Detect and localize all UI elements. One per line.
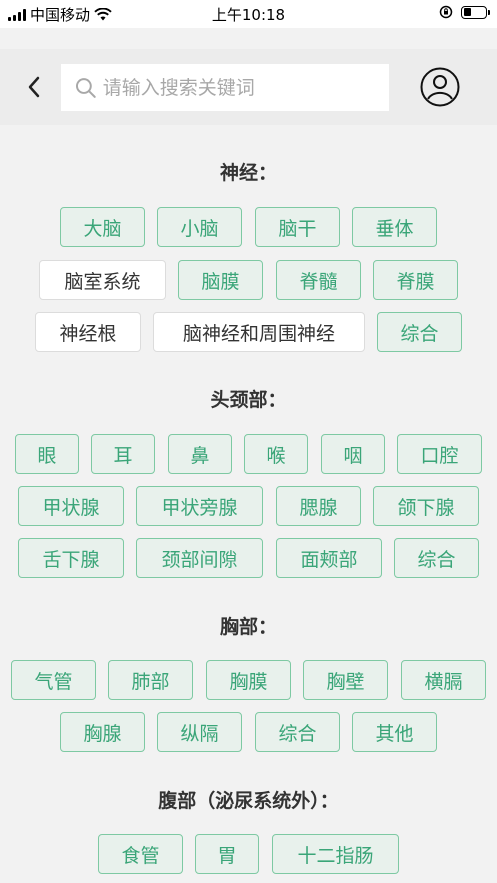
search-icon <box>75 77 96 98</box>
search-input[interactable] <box>102 76 389 99</box>
tag-nerve-general[interactable]: 综合 <box>377 312 462 352</box>
tag-chest-other[interactable]: 其他 <box>352 712 437 752</box>
user-button[interactable] <box>420 67 460 107</box>
chevron-left-icon <box>28 76 40 98</box>
tag-nerve-cerebellum[interactable]: 小脑 <box>157 207 242 247</box>
section-title-abdomen: 腹部（泌尿系统外）： <box>158 790 339 812</box>
tag-head-parathyroid[interactable]: 甲状旁腺 <box>136 486 263 526</box>
tag-head-ear[interactable]: 耳 <box>91 434 155 474</box>
tag-head-oral-cavity[interactable]: 口腔 <box>397 434 482 474</box>
tag-nerve-pituitary[interactable]: 垂体 <box>352 207 437 247</box>
tag-nerve-nerve-root[interactable]: 神经根 <box>35 312 141 352</box>
status-right <box>439 5 490 19</box>
tag-nerve-spinal-meninges[interactable]: 脊膜 <box>373 260 458 300</box>
tag-nerve-brainstem[interactable]: 脑干 <box>255 207 340 247</box>
tag-nerve-cranial-peripheral[interactable]: 脑神经和周围神经 <box>153 312 365 352</box>
tag-head-neck-space[interactable]: 颈部间隙 <box>136 538 263 578</box>
tag-head-parotid[interactable]: 腮腺 <box>276 486 361 526</box>
tag-head-submandibular[interactable]: 颌下腺 <box>373 486 479 526</box>
tag-abdomen-duodenum[interactable]: 十二指肠 <box>272 834 399 874</box>
tag-chest-chest-wall[interactable]: 胸壁 <box>303 660 388 700</box>
tag-chest-lung[interactable]: 肺部 <box>108 660 193 700</box>
tag-nerve-cerebrum[interactable]: 大脑 <box>60 207 145 247</box>
search-box[interactable] <box>61 64 389 111</box>
tag-chest-pleura[interactable]: 胸膜 <box>206 660 291 700</box>
tag-head-general[interactable]: 综合 <box>394 538 479 578</box>
user-circle-icon <box>420 67 460 107</box>
tag-head-sublingual[interactable]: 舌下腺 <box>18 538 124 578</box>
back-button[interactable] <box>20 71 48 103</box>
tag-abdomen-stomach[interactable]: 胃 <box>195 834 259 874</box>
tag-nerve-spinal-cord[interactable]: 脊髓 <box>276 260 361 300</box>
orientation-lock-icon <box>439 5 453 19</box>
battery-icon <box>461 5 490 19</box>
status-time: 上午10:18 <box>211 6 286 24</box>
tag-head-pharynx[interactable]: 咽 <box>321 434 385 474</box>
tag-head-face-cheek[interactable]: 面颊部 <box>276 538 382 578</box>
tag-chest-diaphragm[interactable]: 横膈 <box>401 660 486 700</box>
tag-abdomen-esophagus[interactable]: 食管 <box>98 834 183 874</box>
tag-head-thyroid[interactable]: 甲状腺 <box>18 486 124 526</box>
status-bar: 中国移动 上午10:18 <box>0 0 497 28</box>
tag-head-larynx[interactable]: 喉 <box>244 434 308 474</box>
section-title-chest: 胸部： <box>219 616 277 638</box>
tag-head-nose[interactable]: 鼻 <box>168 434 232 474</box>
tag-nerve-ventricular-system[interactable]: 脑室系统 <box>39 260 166 300</box>
tag-head-eye[interactable]: 眼 <box>15 434 79 474</box>
tag-nerve-meninges[interactable]: 脑膜 <box>178 260 263 300</box>
tag-chest-trachea[interactable]: 气管 <box>11 660 96 700</box>
section-title-nerve: 神经： <box>219 162 277 184</box>
tag-chest-mediastinum[interactable]: 纵隔 <box>157 712 242 752</box>
header <box>0 49 497 125</box>
section-title-head-neck: 头颈部： <box>210 389 287 411</box>
tag-chest-thymus[interactable]: 胸腺 <box>60 712 145 752</box>
tag-chest-general[interactable]: 综合 <box>255 712 340 752</box>
